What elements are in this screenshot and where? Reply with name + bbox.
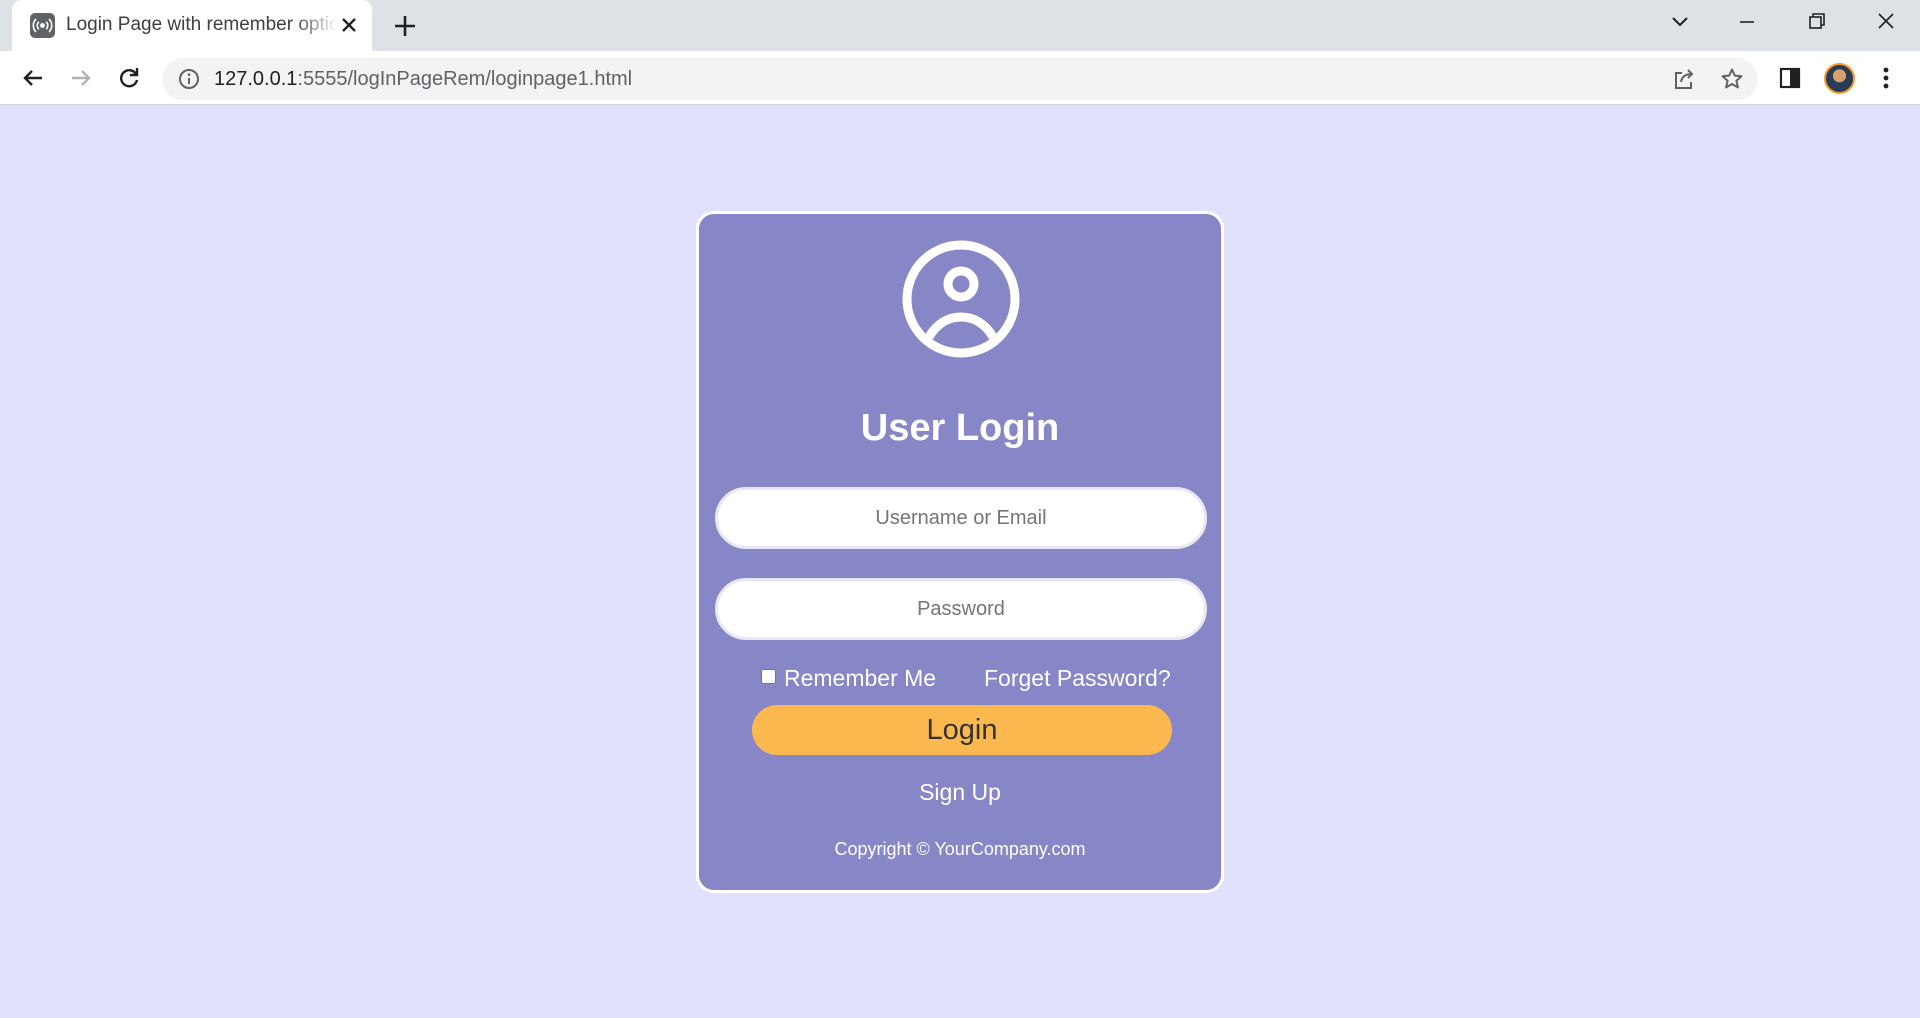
login-button[interactable]: Login (752, 705, 1172, 755)
user-circle-icon (901, 239, 1021, 359)
remember-checkbox[interactable] (761, 669, 776, 684)
window-close-icon[interactable] (1866, 8, 1906, 36)
bookmark-star-icon[interactable] (1720, 67, 1744, 91)
forward-icon[interactable] (66, 63, 96, 93)
profile-avatar[interactable] (1824, 63, 1855, 94)
back-icon[interactable] (18, 63, 48, 93)
copyright-text: Copyright © YourCompany.com (834, 839, 1086, 859)
username-input[interactable] (715, 487, 1207, 549)
reload-icon[interactable] (114, 63, 144, 93)
menu-kebab-icon[interactable] (1872, 64, 1900, 92)
browser-tab[interactable]: Login Page with remember option (12, 0, 372, 51)
url-text: 127.0.0.1:5555/logInPageRem/loginpage1.h… (214, 68, 632, 91)
address-bar[interactable]: 127.0.0.1:5555/logInPageRem/loginpage1.h… (162, 58, 1758, 100)
side-panel-icon[interactable] (1776, 64, 1804, 92)
signup-link[interactable]: Sign Up (699, 779, 1221, 806)
remember-label: Remember Me (784, 665, 937, 691)
browser-toolbar: 127.0.0.1:5555/logInPageRem/loginpage1.h… (0, 51, 1920, 105)
url-host: 127.0.0.1 (214, 68, 298, 90)
broadcast-icon (30, 13, 55, 38)
login-title: User Login (860, 407, 1060, 449)
new-tab-icon[interactable] (391, 12, 419, 40)
share-icon[interactable] (1672, 67, 1696, 91)
url-path: :5555/logInPageRem/loginpage1.html (297, 68, 633, 90)
tab-title: Login Page with remember option (66, 14, 338, 35)
forgot-password-link[interactable]: Forget Password? (984, 665, 1171, 692)
password-input[interactable] (715, 578, 1207, 640)
restore-icon[interactable] (1796, 8, 1836, 36)
minimize-icon[interactable] (1727, 8, 1767, 36)
login-options: Remember Me Forget Password? (699, 665, 1221, 695)
tab-search-icon[interactable] (1660, 8, 1700, 36)
remember-me[interactable]: Remember Me (761, 665, 936, 692)
tab-strip: Login Page with remember option (0, 0, 1920, 51)
login-card: User Login Remember Me Forget Password? … (696, 211, 1224, 893)
info-icon[interactable] (178, 68, 200, 90)
close-icon[interactable] (337, 13, 361, 37)
